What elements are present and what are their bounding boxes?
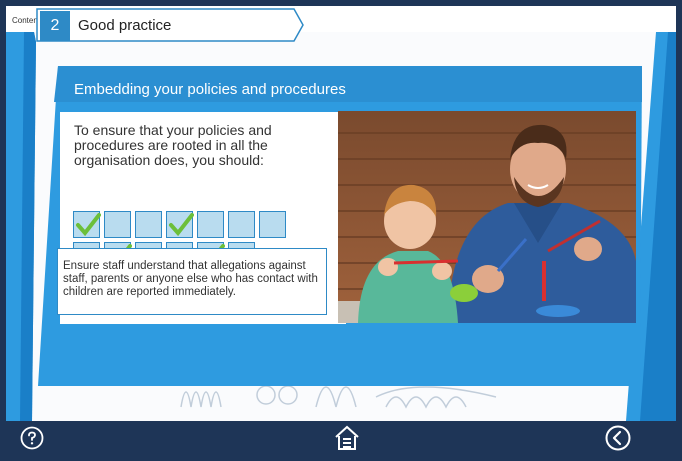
intro-text: To ensure that your policies and procedu…: [74, 122, 272, 168]
question-circle-icon[interactable]: [20, 426, 44, 450]
section-title: Good practice: [78, 17, 172, 34]
card-heading: Embedding your policies and procedures: [74, 81, 346, 98]
bottom-nav-bar: [6, 421, 676, 455]
father-child-painting-photo: [338, 111, 636, 323]
check-box[interactable]: [166, 211, 194, 238]
section-number: 2: [50, 17, 60, 34]
check-box[interactable]: [104, 211, 131, 238]
check-box[interactable]: [259, 211, 286, 238]
check-box[interactable]: [135, 211, 162, 238]
check-box[interactable]: [73, 211, 101, 238]
home-icon[interactable]: [334, 425, 360, 451]
answer-statement: Ensure staff understand that allegations…: [63, 260, 318, 298]
checkmark-icon: [76, 213, 101, 237]
check-box[interactable]: [228, 211, 255, 238]
app-frame: Contents 2 Good practice Embedding your …: [0, 0, 682, 461]
chevron-left-circle-icon[interactable]: [605, 425, 631, 451]
checkmark-icon: [169, 213, 194, 237]
check-box[interactable]: [197, 211, 224, 238]
left-accent-shape: [6, 32, 36, 421]
